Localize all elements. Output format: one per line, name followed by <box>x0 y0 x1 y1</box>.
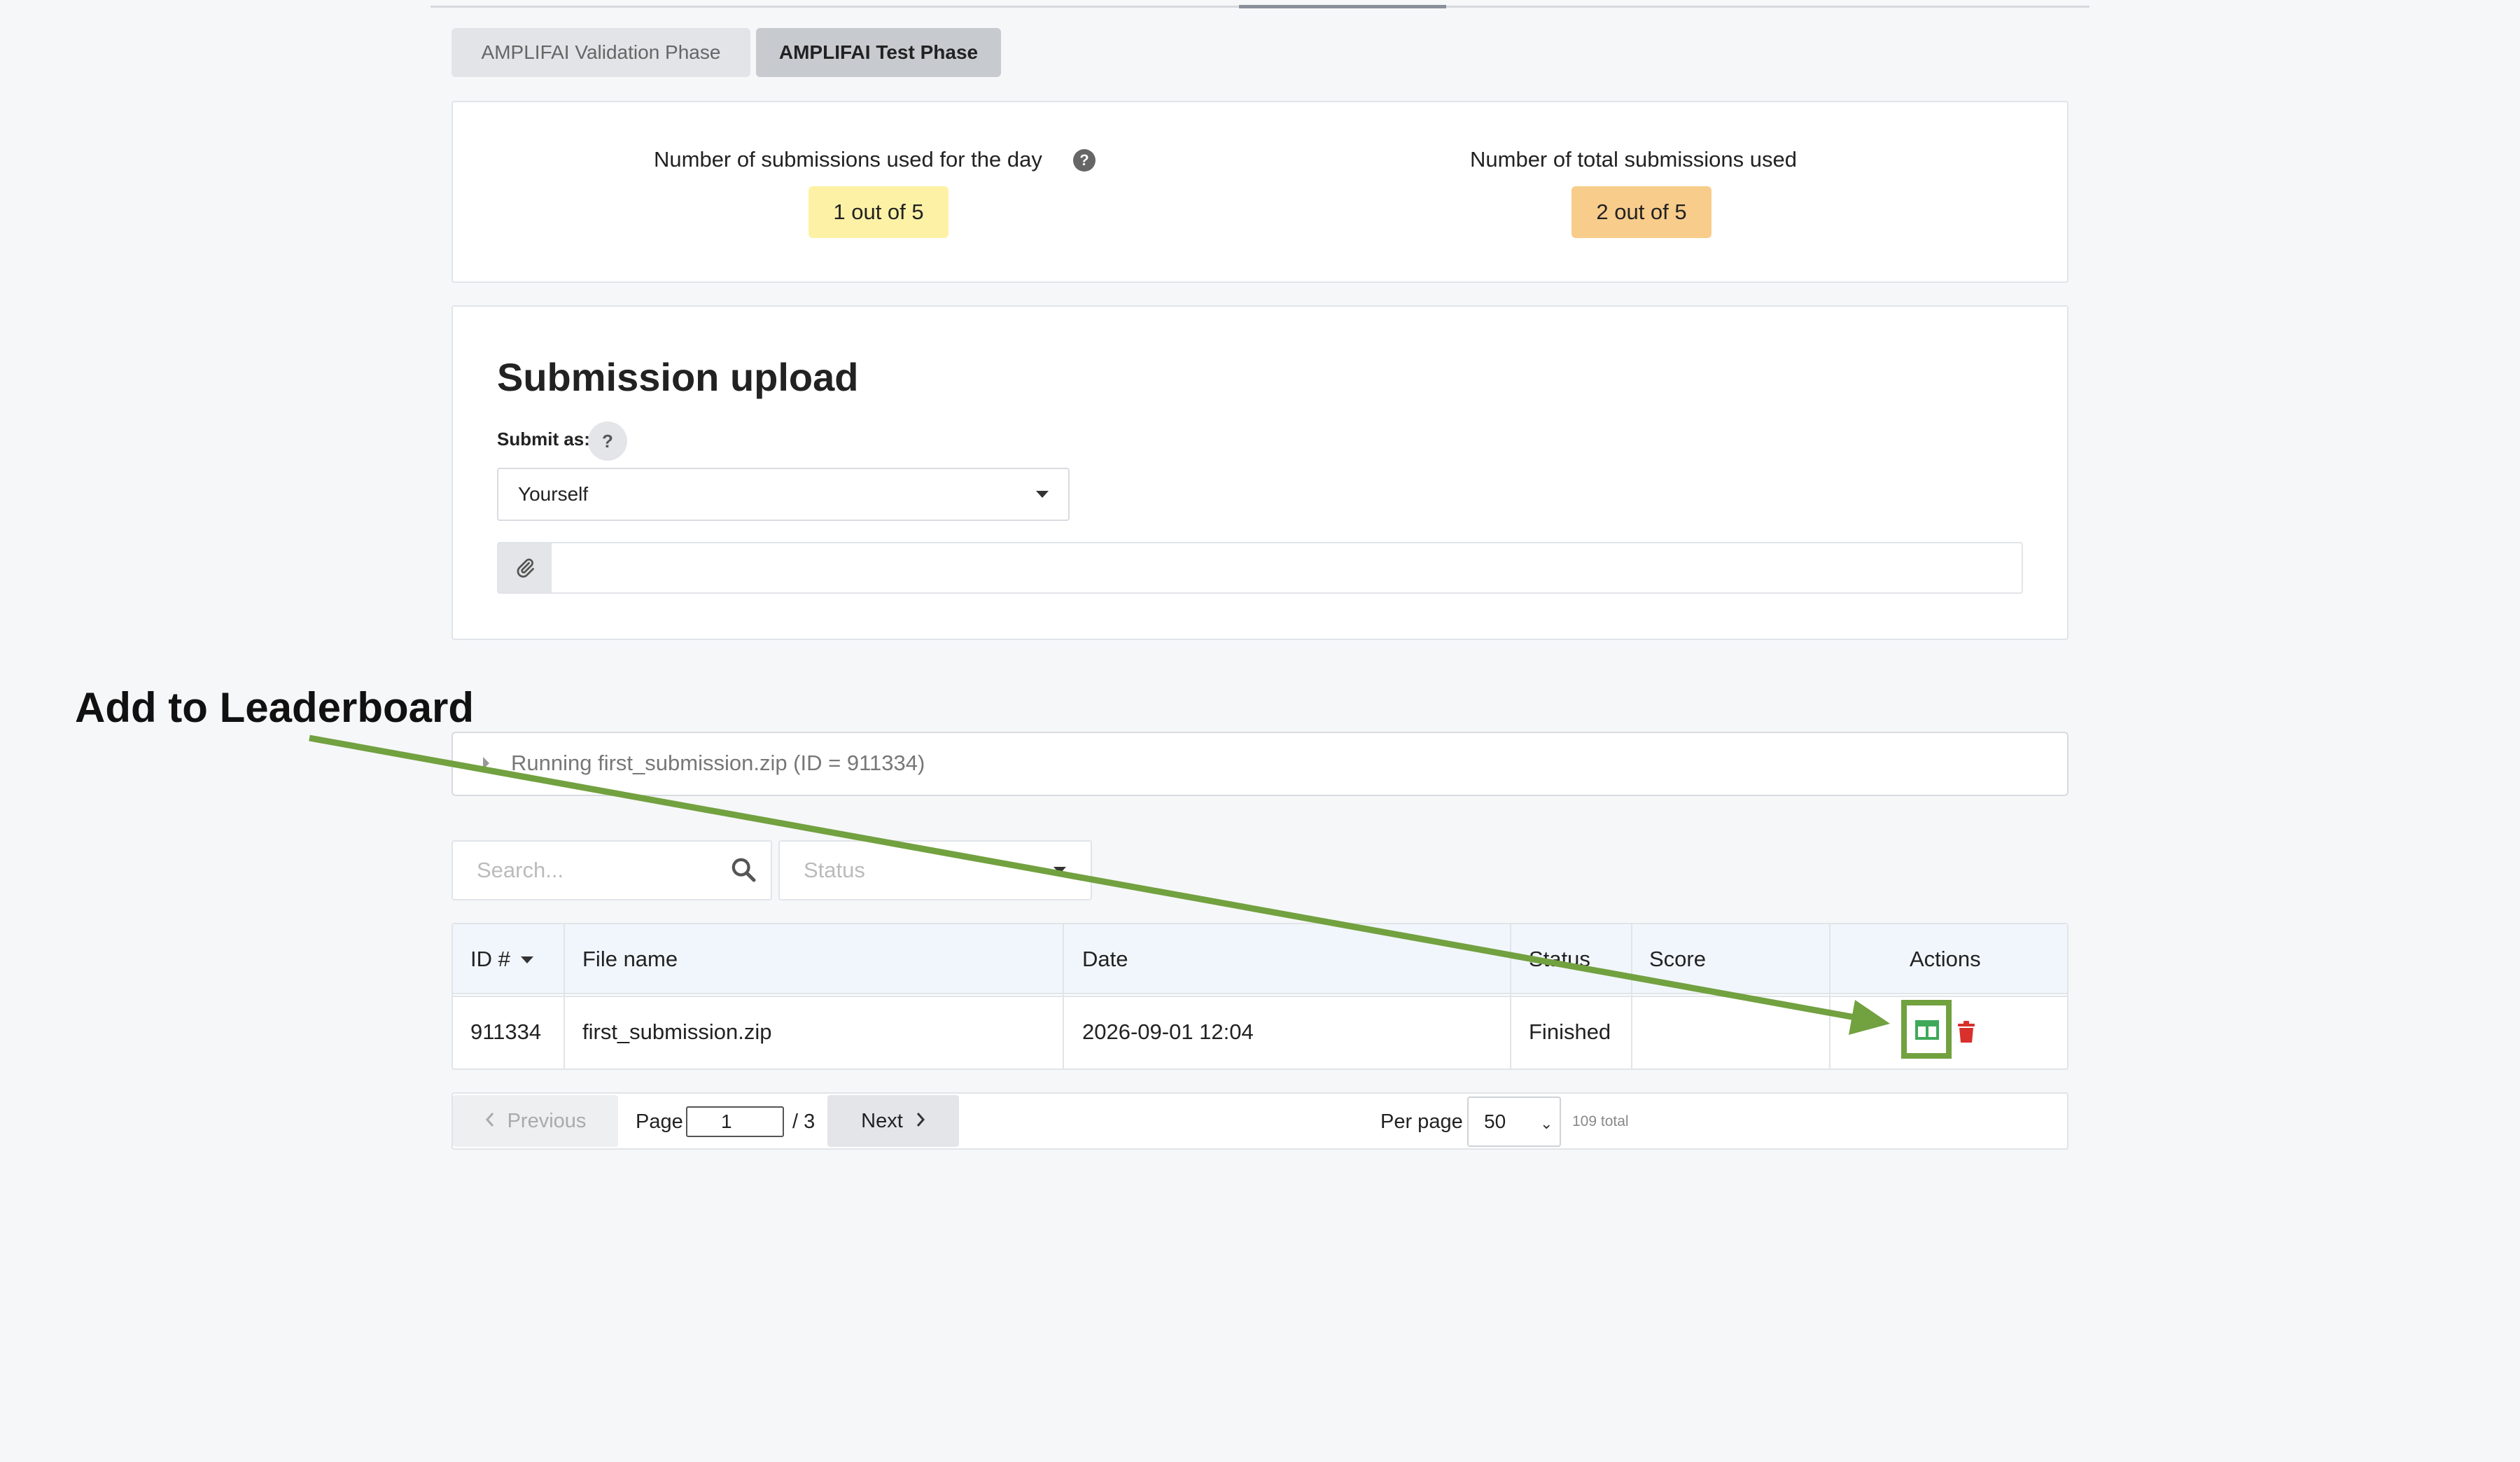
running-submission-text: Running first_submission.zip (ID = 91133… <box>511 751 925 775</box>
total-submissions-label: Number of total submissions used <box>1470 147 1797 172</box>
tab-validation-phase[interactable]: AMPLIFAI Validation Phase <box>451 28 750 77</box>
next-label: Next <box>861 1109 903 1132</box>
cell-file-name: first_submission.zip <box>582 1019 772 1044</box>
upload-title: Submission upload <box>497 355 859 399</box>
search-icon[interactable] <box>729 856 757 884</box>
paperclip-icon[interactable] <box>498 543 552 592</box>
row-divider <box>453 996 2067 997</box>
chevron-right-icon <box>916 1110 925 1133</box>
daily-submissions-label: Number of submissions used for the day <box>654 147 1042 172</box>
header-id[interactable]: ID # <box>470 947 510 972</box>
next-page-button[interactable]: Next <box>827 1095 959 1147</box>
previous-label: Previous <box>507 1109 587 1132</box>
daily-submissions-badge: 1 out of 5 <box>808 186 948 238</box>
question-circle-icon[interactable]: ? <box>1073 149 1096 172</box>
header-status: Status <box>1529 947 1590 971</box>
sort-desc-icon[interactable] <box>521 956 533 963</box>
expand-arrow-icon <box>483 757 489 770</box>
chevron-left-icon <box>485 1110 495 1133</box>
header-score: Score <box>1649 947 1706 971</box>
table-header-row <box>453 924 2067 994</box>
search-input[interactable]: Search... <box>451 840 772 900</box>
tab-test-phase[interactable]: AMPLIFAI Test Phase <box>756 28 1001 77</box>
active-tab-indicator <box>1239 5 1446 8</box>
help-icon[interactable]: ? <box>588 422 627 461</box>
chevron-down-icon: ⌄ <box>1540 1115 1553 1132</box>
submit-as-label: Submit as: <box>497 429 590 450</box>
status-filter-select[interactable]: Status <box>778 840 1092 900</box>
file-input[interactable] <box>497 542 2023 594</box>
previous-page-button[interactable]: Previous <box>453 1095 618 1147</box>
header-file-name: File name <box>582 947 678 971</box>
page-total: / 3 <box>792 1111 816 1133</box>
submit-as-select[interactable]: Yourself <box>497 468 1070 521</box>
submission-counts-panel <box>451 101 2068 283</box>
total-count: 109 total <box>1572 1113 1629 1129</box>
trash-icon[interactable] <box>1957 1021 1975 1043</box>
total-submissions-badge: 2 out of 5 <box>1572 186 1712 238</box>
leaderboard-icon-divider <box>1926 1020 1928 1040</box>
page-number-input[interactable]: 1 <box>686 1106 784 1137</box>
cell-id: 911334 <box>470 1019 542 1044</box>
cell-status: Finished <box>1529 1019 1611 1044</box>
per-page-label: Per page <box>1380 1111 1463 1133</box>
chevron-down-icon <box>1054 867 1066 874</box>
page-label: Page <box>636 1111 683 1133</box>
cell-date: 2026-09-01 12:04 <box>1082 1019 1254 1044</box>
chevron-down-icon <box>1036 491 1049 498</box>
header-actions: Actions <box>1910 947 1981 971</box>
header-date: Date <box>1082 947 1128 971</box>
annotation-label: Add to Leaderboard <box>75 684 475 731</box>
